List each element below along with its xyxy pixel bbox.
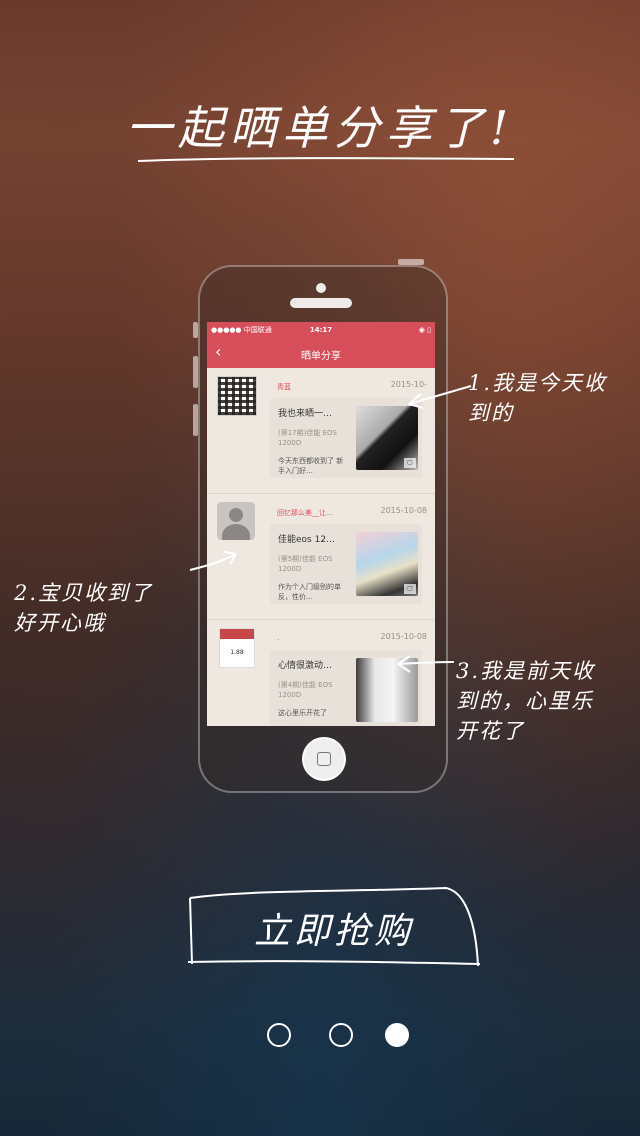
post-date: 2015-10-08 [380, 632, 428, 641]
power-button [398, 259, 424, 265]
image-count-icon: ▢ [404, 584, 416, 594]
carrier: ●●●●● 中国联通 [211, 326, 272, 334]
battery-icon: ◉ ▯ [418, 326, 431, 334]
post-title: 我也来晒一… [278, 409, 333, 419]
post-desc: 这心里乐开花了 [278, 709, 327, 717]
page-dot-2[interactable] [329, 1023, 353, 1047]
headline-underline [137, 157, 515, 162]
arrow-icon [189, 551, 237, 571]
list-item[interactable]: 青蓝 2015-10- 我也来晒一… (第17期)佳能 EOS 1200D 今天… [207, 368, 435, 494]
camera-photo: ▢ [356, 406, 418, 470]
mute-switch [193, 322, 198, 338]
volume-up-button [193, 356, 198, 388]
post-title: 佳能eos 12… [278, 535, 336, 545]
phone-speaker [290, 298, 352, 308]
post-product: (第4期)佳能 EOS 1200D [278, 681, 333, 699]
post-desc: 作为个入门级别的单反，性价… [278, 583, 341, 601]
default-avatar [217, 502, 255, 540]
volume-down-button [193, 404, 198, 436]
annotation-one: 1.我是今天收 到的 [468, 371, 608, 425]
post-product: (第5期)佳能 EOS 1200D [278, 555, 333, 573]
image-count-icon: ▢ [404, 458, 416, 468]
page-indicator [0, 1022, 640, 1052]
qr-code-avatar [217, 376, 257, 416]
post-title: 心情很激动… [278, 661, 333, 671]
post-desc: 今天东西都收到了 新手入门好… [278, 457, 344, 475]
arrow-icon [397, 655, 455, 673]
status-time: 14:17 [309, 326, 333, 334]
headline: 一起晒单分享了! [125, 101, 515, 155]
nav-bar: ‹ 晒单分享 [207, 338, 435, 368]
page-dot-1[interactable] [267, 1023, 291, 1047]
phone-camera [316, 283, 326, 293]
post-username: 青蓝 [277, 383, 291, 391]
nav-title: 晒单分享 [301, 351, 341, 362]
arrow-icon [408, 385, 472, 409]
buy-now-button[interactable]: 立即抢购 [186, 884, 482, 968]
post-date: 2015-10-08 [380, 506, 428, 515]
post-card[interactable]: 佳能eos 12… (第5期)佳能 EOS 1200D 作为个入门级别的单反，性… [270, 524, 422, 604]
annotation-three: 3.我是前天收 到的，心里乐 开花了 [456, 659, 596, 743]
post-username: . [277, 634, 280, 642]
buy-now-label: 立即抢购 [253, 911, 414, 952]
toys-photo: ▢ [356, 532, 418, 596]
status-bar: ●●●●● 中国联通 14:17 ◉ ▯ [207, 322, 435, 338]
card-avatar: 1.88 [219, 628, 255, 668]
post-username: 回忆那么美__让… [277, 509, 333, 517]
post-product: (第17期)佳能 EOS 1200D [278, 429, 337, 447]
post-card[interactable]: 我也来晒一… (第17期)佳能 EOS 1200D 今天东西都收到了 新手入门好… [270, 398, 422, 478]
home-button [302, 737, 346, 781]
annotation-two: 2.宝贝收到了 好开心哦 [14, 581, 154, 635]
page-dot-3[interactable] [385, 1023, 409, 1047]
